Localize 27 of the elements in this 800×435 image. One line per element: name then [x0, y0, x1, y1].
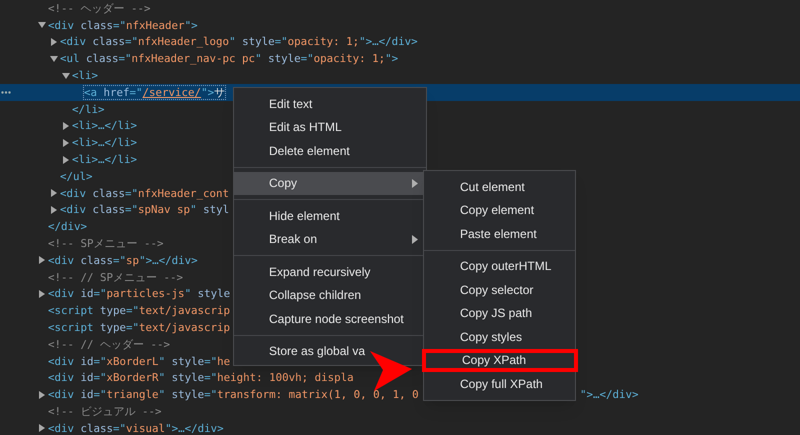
code-line: <div class="nfxHeader"> — [48, 18, 198, 32]
code-line: <div class="nfxHeader_cont — [60, 186, 230, 200]
code-line: <script type="text/javascrip — [48, 321, 230, 334]
code-line: <li>…</li> — [72, 119, 138, 132]
code-line: <li>…</li> — [72, 136, 138, 150]
code-line: <div class="sp">…</div> — [48, 254, 198, 267]
code-line: <li>…</li> — [72, 153, 138, 166]
code-line: <div id="xBorderL" style="he — [48, 354, 230, 368]
code-line: <!-- // SPメニュー --> — [48, 270, 184, 284]
code-line: </ul> — [60, 170, 93, 183]
code-line: <div id="triangle" style="transform: matrix(1, 0, 0, 1, 0 — [48, 388, 419, 402]
code-line-end: ">…</div> — [580, 388, 639, 402]
code-line: <!-- SPメニュー --> — [48, 237, 164, 250]
code-line: <!-- // ヘッダー --> — [48, 338, 170, 351]
code-line: <div id="particles-js" style — [48, 287, 230, 300]
code-line: <ul class="nfxHeader_nav-pc pc" style="opacity: 1;"> — [60, 52, 398, 66]
code-line: <div class="visual">…</div> — [48, 422, 224, 435]
code-line: <!-- ヘッダー --> — [48, 2, 151, 15]
code-line: <div id="xBorderR" style="height: 100vh; displa — [48, 371, 354, 384]
code-line: <li> — [72, 69, 98, 82]
code-line: <!-- ビジュアル --> — [48, 405, 162, 418]
code-line: </div> — [48, 220, 88, 234]
code-line: </li> — [72, 102, 105, 116]
code-line: <a href="/service/">サ — [84, 86, 226, 99]
code-line: <script type="text/javascrip — [48, 304, 230, 318]
code-line: <div class="nfxHeader_logo" style="opacity: 1;">…</div> — [60, 35, 418, 48]
code-line: <div class="spNav sp" styl — [60, 203, 230, 216]
